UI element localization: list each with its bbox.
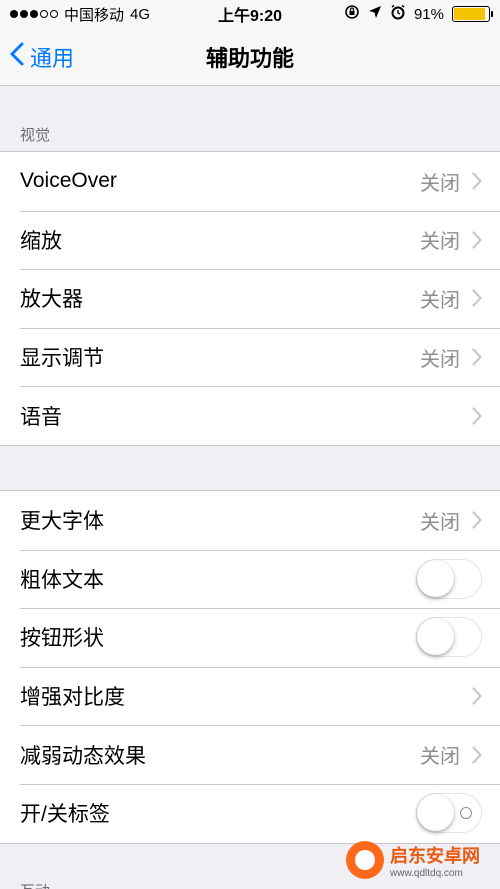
row-label: 更大字体 xyxy=(20,510,104,534)
status-left: 中国移动 4G xyxy=(10,4,150,25)
row-increase-contrast[interactable]: 增强对比度 xyxy=(0,666,500,726)
on-off-labels-toggle[interactable] xyxy=(416,793,482,834)
toggle-knob xyxy=(417,559,454,597)
row-value: 关闭 xyxy=(420,289,460,312)
chevron-right-icon xyxy=(472,231,482,249)
section-header-interaction: 互动 xyxy=(20,880,50,889)
row-label: 开/关标签 xyxy=(20,803,110,827)
row-label: VoiceOver xyxy=(20,169,117,193)
settings-group-vision: VoiceOver 关闭 缩放 关闭 放大器 关闭 显示调节 关闭 语音 xyxy=(0,151,500,446)
row-label: 按钮形状 xyxy=(20,627,104,651)
row-label: 语音 xyxy=(20,405,62,429)
row-label: 放大器 xyxy=(20,288,83,312)
chevron-right-icon xyxy=(472,746,482,764)
chevron-right-icon xyxy=(472,348,482,366)
network-type: 4G xyxy=(130,5,151,23)
row-speech[interactable]: 语音 xyxy=(0,386,500,445)
orientation-lock-icon xyxy=(344,4,360,24)
row-label: 减弱动态效果 xyxy=(20,744,146,768)
battery-icon xyxy=(452,6,493,22)
row-label: 显示调节 xyxy=(20,347,104,371)
location-arrow-icon xyxy=(368,5,382,23)
back-button[interactable]: 通用 xyxy=(10,28,74,86)
chevron-right-icon xyxy=(472,511,482,529)
row-value: 关闭 xyxy=(420,511,460,534)
off-label-circle-icon xyxy=(460,807,472,820)
row-magnifier[interactable]: 放大器 关闭 xyxy=(0,269,500,328)
chevron-left-icon xyxy=(10,42,24,72)
row-value: 关闭 xyxy=(420,231,460,254)
watermark-logo-icon xyxy=(346,841,384,879)
row-voiceover[interactable]: VoiceOver 关闭 xyxy=(0,152,500,211)
signal-strength-icon xyxy=(10,10,58,18)
row-value: 关闭 xyxy=(420,746,460,769)
watermark-url: www.qdltdq.com xyxy=(390,867,463,879)
row-label: 粗体文本 xyxy=(20,568,104,592)
navigation-bar: 通用 辅助功能 xyxy=(0,28,500,86)
chevron-right-icon xyxy=(472,172,482,190)
row-label: 缩放 xyxy=(20,229,62,253)
watermark-name: 启东安卓网 xyxy=(390,845,480,866)
row-on-off-labels: 开/关标签 xyxy=(0,783,500,843)
row-label: 增强对比度 xyxy=(20,686,125,710)
row-display-accommodations[interactable]: 显示调节 关闭 xyxy=(0,327,500,387)
row-reduce-motion[interactable]: 减弱动态效果 关闭 xyxy=(0,725,500,784)
row-zoom[interactable]: 缩放 关闭 xyxy=(0,210,500,270)
toggle-knob xyxy=(417,794,454,832)
button-shapes-toggle[interactable] xyxy=(416,617,482,658)
page-title: 辅助功能 xyxy=(205,45,294,71)
status-bar: 中国移动 4G 上午9:20 91% xyxy=(0,0,500,28)
section-header-vision: 视觉 xyxy=(20,127,51,144)
row-value: 关闭 xyxy=(420,348,460,371)
row-button-shapes: 按钮形状 xyxy=(0,608,500,667)
watermark: 启东安卓网 www.qdltdq.com xyxy=(346,835,496,885)
alarm-icon xyxy=(390,4,406,24)
toggle-knob xyxy=(417,618,454,656)
row-bold-text: 粗体文本 xyxy=(0,549,500,609)
chevron-right-icon xyxy=(472,407,482,425)
status-right: 91% xyxy=(344,4,493,24)
carrier-name: 中国移动 xyxy=(64,6,125,24)
bold-text-toggle[interactable] xyxy=(416,558,482,599)
back-button-label: 通用 xyxy=(30,46,75,71)
battery-percent: 91% xyxy=(413,5,444,23)
chevron-right-icon xyxy=(472,687,482,705)
row-value: 关闭 xyxy=(420,172,460,195)
chevron-right-icon xyxy=(472,289,482,308)
settings-group-text: 更大字体 关闭 粗体文本 按钮形状 增强对比度 减弱动态效果 关闭 开/关标签 xyxy=(0,490,500,844)
row-larger-text[interactable]: 更大字体 关闭 xyxy=(0,491,500,550)
